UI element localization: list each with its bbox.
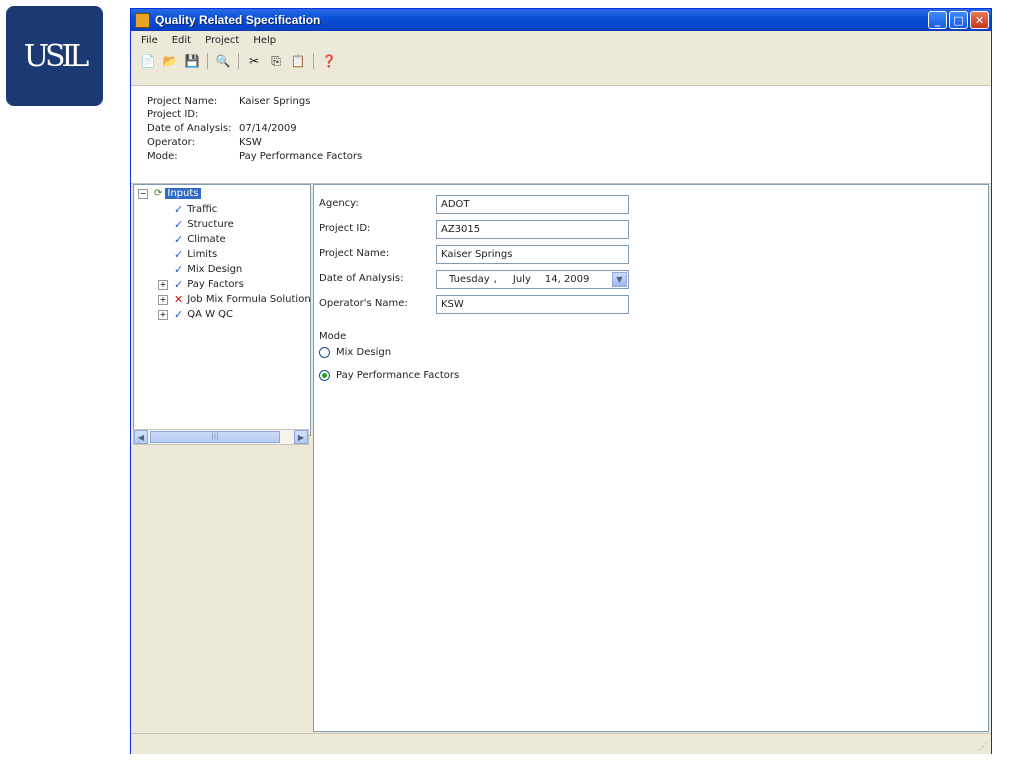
radio-button[interactable]	[319, 347, 330, 358]
copy-icon[interactable]: ⎘	[267, 52, 285, 70]
title-bar[interactable]: Quality Related Specification _ □ ✕	[131, 9, 991, 31]
tree-item-job-mix-formula[interactable]: + ✕ Job Mix Formula Solution	[158, 293, 311, 306]
toolbar-separator	[207, 53, 208, 69]
tree-item-qa-w-qc[interactable]: + ✓ QA W QC	[158, 308, 233, 321]
toolbar-separator	[313, 53, 314, 69]
chevron-down-icon[interactable]: ▼	[612, 272, 627, 287]
check-icon: ✓	[174, 233, 184, 246]
navigation-tree: − ⟳ Inputs ✓ Traffic ✓ Structure ✓ Climate …	[133, 184, 311, 436]
info-project-id: Project ID:	[147, 109, 199, 120]
collapse-icon[interactable]: −	[138, 188, 148, 199]
operator-name-input[interactable]: KSW	[436, 295, 629, 314]
status-bar: ⋰	[131, 733, 991, 754]
window-title: Quality Related Specification	[155, 13, 321, 27]
toolbar: 📄 📂 💾 🔍 ✂ ⎘ 📋 ❓	[131, 49, 991, 73]
check-icon: ✓	[174, 203, 184, 216]
scrollbar-thumb[interactable]: |||	[150, 431, 280, 443]
info-date: Date of Analysis: 07/14/2009	[147, 123, 297, 134]
check-icon: ✓	[174, 218, 184, 231]
tree-item-traffic[interactable]: ✓ Traffic	[174, 203, 217, 216]
app-window: Quality Related Specification _ □ ✕ File…	[130, 8, 992, 754]
project-info-panel: Project Name: Kaiser Springs Project ID: …	[131, 85, 991, 184]
usil-logo: USIL	[6, 6, 103, 106]
left-lower-panel	[133, 446, 311, 732]
tree-item-limits[interactable]: ✓ Limits	[174, 248, 217, 261]
info-operator: Operator: KSW	[147, 137, 262, 148]
agency-label: Agency:	[319, 198, 359, 209]
info-mode: Mode: Pay Performance Factors	[147, 151, 363, 162]
expand-icon[interactable]: +	[158, 279, 168, 290]
menu-project[interactable]: Project	[205, 35, 239, 46]
mode-label: Mode	[319, 331, 347, 342]
maximize-button[interactable]: □	[949, 11, 968, 29]
tree-item-structure[interactable]: ✓ Structure	[174, 218, 234, 231]
tree-item-climate[interactable]: ✓ Climate	[174, 233, 226, 246]
date-weekday: Tuesday	[449, 274, 490, 285]
open-icon[interactable]: 📂	[161, 52, 179, 70]
radio-pay-performance-factors[interactable]: Pay Performance Factors	[319, 370, 459, 381]
project-id-input[interactable]: AZ3015	[436, 220, 629, 239]
check-icon: ✓	[174, 308, 184, 321]
inputs-form: Agency: ADOT Project ID: AZ3015 Project …	[313, 184, 989, 732]
tree-root[interactable]: − ⟳ Inputs	[138, 188, 201, 199]
menu-edit[interactable]: Edit	[172, 35, 191, 46]
error-icon: ✕	[174, 293, 184, 306]
check-icon: ✓	[174, 263, 184, 276]
new-icon[interactable]: 📄	[139, 52, 157, 70]
tree-root-label: Inputs	[165, 188, 201, 199]
save-icon[interactable]: 💾	[183, 52, 201, 70]
menu-bar: File Edit Project Help	[131, 31, 991, 49]
agency-input[interactable]: ADOT	[436, 195, 629, 214]
app-icon	[135, 12, 150, 28]
check-icon: ✓	[174, 278, 184, 291]
minimize-button[interactable]: _	[928, 11, 947, 29]
project-name-input[interactable]: Kaiser Springs	[436, 245, 629, 264]
print-preview-icon[interactable]: 🔍	[214, 52, 232, 70]
project-name-label: Project Name:	[319, 248, 390, 259]
expand-icon[interactable]: +	[158, 309, 168, 320]
expand-icon[interactable]: +	[158, 294, 168, 305]
menu-file[interactable]: File	[141, 35, 158, 46]
date-day-year: 14, 2009	[544, 274, 590, 285]
radio-mix-design[interactable]: Mix Design	[319, 347, 391, 358]
date-of-analysis-label: Date of Analysis:	[319, 273, 404, 284]
resize-grip-icon[interactable]: ⋰	[979, 742, 987, 751]
radio-button-checked[interactable]	[319, 370, 330, 381]
inputs-folder-icon: ⟳	[154, 188, 163, 199]
date-comma: ,	[493, 274, 497, 285]
info-project-name: Project Name: Kaiser Springs	[147, 96, 311, 107]
cut-icon[interactable]: ✂	[245, 52, 263, 70]
toolbar-separator	[238, 53, 239, 69]
tree-item-mix-design[interactable]: ✓ Mix Design	[174, 263, 242, 276]
project-id-label: Project ID:	[319, 223, 371, 234]
close-button[interactable]: ✕	[970, 11, 989, 29]
scroll-right-icon[interactable]: ▶	[294, 430, 308, 444]
logo-text: USIL	[23, 38, 90, 74]
operator-name-label: Operator's Name:	[319, 298, 408, 309]
check-icon: ✓	[174, 248, 184, 261]
menu-help[interactable]: Help	[253, 35, 276, 46]
help-icon[interactable]: ❓	[320, 52, 338, 70]
date-picker[interactable]: Tuesday , July 14, 2009 ▼	[436, 270, 629, 289]
paste-icon[interactable]: 📋	[289, 52, 307, 70]
date-month: July	[512, 274, 531, 285]
tree-horizontal-scrollbar[interactable]: ◀ ||| ▶	[133, 429, 309, 445]
tree-item-pay-factors[interactable]: + ✓ Pay Factors	[158, 278, 244, 291]
scroll-left-icon[interactable]: ◀	[134, 430, 148, 444]
